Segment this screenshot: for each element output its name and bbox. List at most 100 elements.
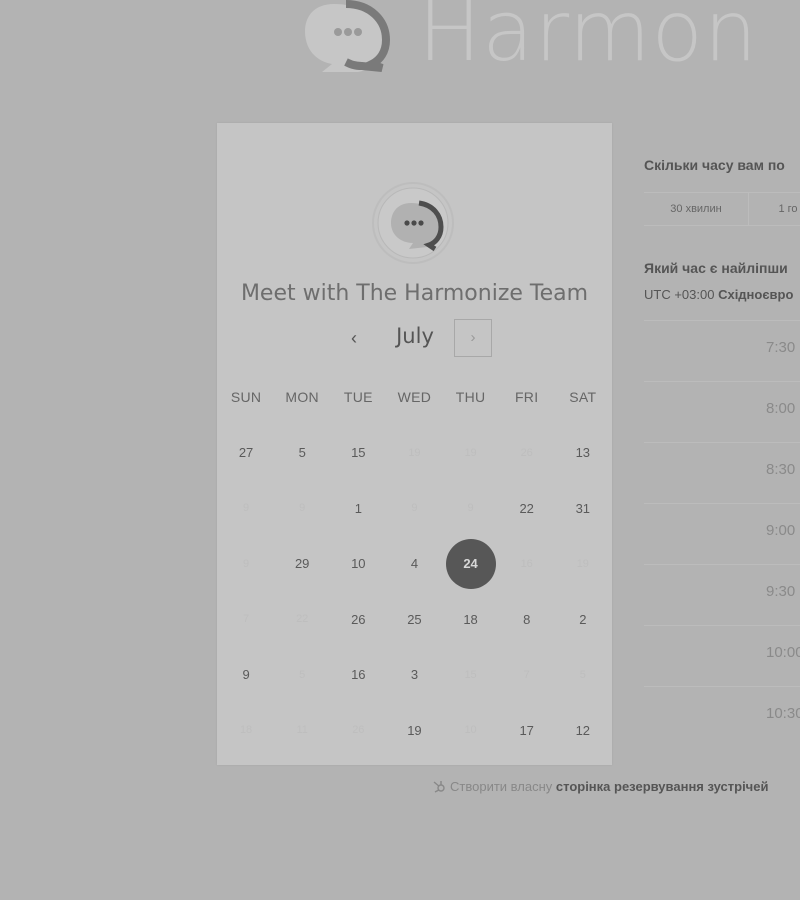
month-navigation: ‹ July › xyxy=(217,319,612,361)
time-slot-label: 8:00 xyxy=(766,400,796,417)
time-slot[interactable]: 8:00 xyxy=(644,381,800,442)
time-slot[interactable]: 10:30 xyxy=(644,686,800,747)
next-month-button[interactable]: › xyxy=(454,319,492,357)
footer-prefix: Створити власну xyxy=(450,779,553,794)
time-slot-list: 7:30 8:00 8:30 9:00 9:30 10:00 10:30 xyxy=(644,320,800,747)
timezone-offset: UTC +03:00 xyxy=(644,287,715,302)
brand-name: Harmon xyxy=(418,0,759,80)
day-number: 19 xyxy=(576,557,589,570)
day-number: 18 xyxy=(239,724,253,737)
day-cell: 26 xyxy=(330,703,386,759)
day-cell[interactable]: 10 xyxy=(330,536,386,592)
time-slot-label: 10:30 xyxy=(766,705,800,722)
meeting-title: Meet with The Harmonize Team xyxy=(240,281,589,306)
day-cell[interactable]: 27 xyxy=(218,425,274,481)
day-cell[interactable]: 13 xyxy=(555,425,611,481)
time-slot-label: 9:00 xyxy=(766,522,796,539)
day-cell[interactable]: 22 xyxy=(499,481,555,537)
day-number: 15 xyxy=(351,445,366,461)
day-cell[interactable]: 3 xyxy=(386,647,442,703)
weekday-header: SUN MON TUE WED THU FRI SAT xyxy=(218,389,611,405)
day-number: 13 xyxy=(575,445,591,461)
day-number: 9 xyxy=(299,502,306,515)
day-number: 29 xyxy=(294,556,310,572)
day-number: 15 xyxy=(464,668,477,681)
day-number: 22 xyxy=(296,613,309,626)
day-number: 27 xyxy=(238,445,254,461)
day-cell[interactable]: 12 xyxy=(555,703,611,759)
day-cell[interactable]: 19 xyxy=(386,703,442,759)
day-number: 9 xyxy=(411,502,418,515)
day-cell[interactable]: 18 xyxy=(443,592,499,648)
duration-option-1h[interactable]: 1 го xyxy=(748,193,800,225)
time-slot[interactable]: 8:30 xyxy=(644,442,800,503)
day-cell: 19 xyxy=(443,425,499,481)
day-cell: 5 xyxy=(274,647,330,703)
day-cell[interactable]: 15 xyxy=(330,425,386,481)
day-number: 9 xyxy=(243,557,250,570)
day-cell: 10 xyxy=(443,703,499,759)
day-cell[interactable]: 16 xyxy=(330,647,386,703)
day-cell: 19 xyxy=(386,425,442,481)
time-slot[interactable]: 9:30 xyxy=(644,564,800,625)
day-cell-selected[interactable]: 24 xyxy=(443,536,499,592)
day-cell[interactable]: 29 xyxy=(274,536,330,592)
day-cell: 5 xyxy=(555,647,611,703)
day-cell: 16 xyxy=(499,536,555,592)
day-number: 9 xyxy=(242,667,250,683)
day-cell: 9 xyxy=(218,536,274,592)
day-number: 26 xyxy=(520,446,533,459)
time-slot[interactable]: 7:30 xyxy=(644,320,800,381)
week-row: 27 5 15 19 19 26 13 xyxy=(218,425,611,481)
time-question: Який час є найліпши xyxy=(644,260,788,276)
month-label: July xyxy=(396,324,434,348)
week-row: 9 9 1 9 9 22 31 xyxy=(218,481,611,537)
day-cell[interactable]: 31 xyxy=(555,481,611,537)
day-number: 22 xyxy=(519,500,534,516)
day-number: 8 xyxy=(523,611,531,627)
day-cell[interactable]: 26 xyxy=(330,592,386,648)
time-slot-label: 8:30 xyxy=(766,461,796,478)
duration-question: Скільки часу вам по xyxy=(644,157,785,173)
time-slot[interactable]: 10:00 xyxy=(644,625,800,686)
calendar-card: Meet with The Harmonize Team ‹ July › SU… xyxy=(217,123,612,765)
week-row: 9 5 16 3 15 7 5 xyxy=(218,647,611,703)
prev-month-button[interactable]: ‹ xyxy=(343,327,365,349)
footer-link-text[interactable]: сторінка резервування зустрічей xyxy=(556,779,769,794)
team-avatar-icon xyxy=(372,182,454,264)
weekday-label: SUN xyxy=(230,389,262,405)
weekday-label: TUE xyxy=(343,389,373,405)
chevron-right-icon: › xyxy=(470,329,476,346)
day-number: 19 xyxy=(408,446,421,459)
timezone-name: Східноєвро xyxy=(718,287,794,302)
day-number: 11 xyxy=(296,724,308,737)
weekday-label: MON xyxy=(285,389,319,405)
week-row: 7 22 26 25 18 8 2 xyxy=(218,592,611,648)
day-cell[interactable]: 5 xyxy=(274,425,330,481)
day-cell[interactable]: 4 xyxy=(386,536,442,592)
day-cell[interactable]: 25 xyxy=(386,592,442,648)
day-number: 26 xyxy=(351,611,366,627)
time-slot[interactable]: 9:00 xyxy=(644,503,800,564)
duration-option-30min[interactable]: 30 хвилин xyxy=(644,193,749,225)
duration-options: 30 хвилин 1 го xyxy=(644,192,800,226)
day-cell: 26 xyxy=(499,425,555,481)
week-row: 9 29 10 4 24 16 19 xyxy=(218,536,611,592)
day-number: 31 xyxy=(575,500,591,516)
day-number: 10 xyxy=(464,724,477,737)
day-cell[interactable]: 17 xyxy=(499,703,555,759)
day-cell[interactable]: 1 xyxy=(330,481,386,537)
weekday-label: FRI xyxy=(514,389,539,405)
day-cell[interactable]: 9 xyxy=(218,647,274,703)
day-number: 4 xyxy=(410,556,419,572)
day-number: 5 xyxy=(299,668,306,681)
day-cell[interactable]: 2 xyxy=(555,592,611,648)
footer-link[interactable]: Створити власну сторінка резервування зу… xyxy=(432,779,768,794)
day-number: 25 xyxy=(407,611,422,627)
timezone-selector[interactable]: UTC +03:00 Східноєвро xyxy=(644,287,793,302)
day-cell: 18 xyxy=(218,703,274,759)
day-number: 12 xyxy=(575,722,591,738)
day-number: 3 xyxy=(410,667,419,683)
day-number: 7 xyxy=(243,613,250,626)
day-cell[interactable]: 8 xyxy=(499,592,555,648)
